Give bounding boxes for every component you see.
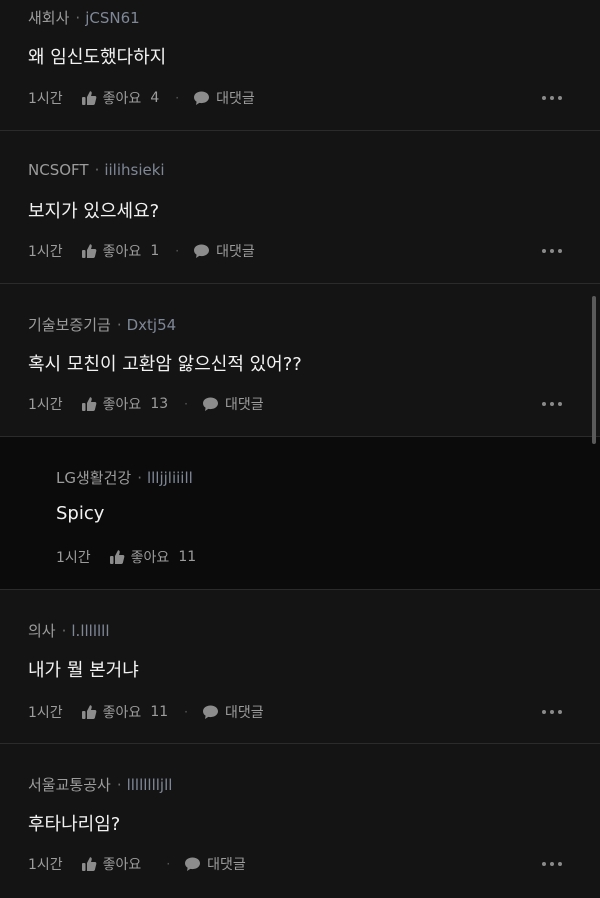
like-button[interactable]: 좋아요: [81, 854, 151, 874]
comment-time: 1시간: [28, 397, 63, 413]
speech-bubble-icon: [202, 705, 218, 719]
speech-bubble-icon: [194, 91, 210, 105]
meta-separator: ·: [116, 316, 122, 334]
reply-label: 대댓글: [216, 244, 255, 260]
comment-text: 후타나리임?: [28, 814, 121, 835]
comment-text: 왜 임신도했다하지: [28, 47, 167, 68]
comment-meta: 새회사 · jCSN61: [28, 7, 140, 28]
comment-time: 1시간: [28, 857, 63, 873]
comment-meta: NCSOFT · iilihsieki: [28, 161, 165, 179]
comment-time: 1시간: [56, 550, 91, 566]
thumbs-up-icon: [109, 550, 125, 564]
comment-text: 내가 뭘 본거냐: [28, 660, 139, 681]
speech-bubble-icon: [194, 244, 210, 258]
scrollbar[interactable]: [592, 296, 596, 444]
speech-bubble-icon: [202, 397, 218, 411]
comment-footer: 1시간 좋아요 1 · 대댓글: [28, 241, 255, 261]
company-name: 기술보증기금: [28, 316, 111, 334]
like-button[interactable]: 좋아요 11: [81, 702, 168, 722]
company-name: LG생활건강: [56, 469, 132, 487]
like-button[interactable]: 좋아요 1: [81, 241, 160, 261]
more-dots-icon[interactable]: [542, 96, 562, 100]
like-label: 좋아요: [102, 244, 142, 260]
like-count: 11: [178, 549, 197, 565]
comment-text: Spicy: [56, 503, 105, 524]
footer-dot: ·: [166, 857, 171, 871]
nickname[interactable]: jCSN61: [85, 9, 139, 27]
reply-label: 대댓글: [224, 397, 264, 413]
thumbs-up-icon: [81, 857, 97, 871]
like-count: 1: [150, 243, 160, 259]
comment-item: 새회사 · jCSN61 왜 임신도했다하지 1시간 좋아요 4 · 대댓글: [0, 0, 600, 130]
like-label: 좋아요: [102, 91, 142, 107]
comment-footer: 1시간 좋아요 4 · 대댓글: [28, 88, 255, 108]
reply-label: 대댓글: [207, 857, 246, 873]
like-button[interactable]: 좋아요 13: [81, 394, 168, 414]
meta-separator: ·: [61, 622, 67, 640]
thumbs-up-icon: [81, 397, 97, 411]
reply-button[interactable]: 대댓글: [193, 241, 255, 261]
reply-button[interactable]: 대댓글: [193, 88, 255, 108]
nickname[interactable]: Dxtj54: [127, 316, 177, 334]
footer-dot: ·: [184, 397, 188, 411]
comment-footer: 1시간 좋아요 13 · 대댓글: [28, 394, 264, 414]
comment-text: 보지가 있으세요?: [28, 201, 160, 222]
more-dots-icon[interactable]: [542, 402, 562, 406]
like-count: 13: [150, 396, 169, 412]
comment-time: 1시간: [28, 91, 63, 107]
nickname[interactable]: l.lllllll: [71, 622, 109, 640]
comment-meta: 서울교통공사 · lllllllljll: [28, 774, 172, 795]
more-dots-icon[interactable]: [542, 249, 562, 253]
comment-meta: 기술보증기금 · Dxtj54: [28, 314, 176, 335]
like-label: 좋아요: [102, 705, 142, 721]
comment-time: 1시간: [28, 705, 63, 721]
comment-feed: 새회사 · jCSN61 왜 임신도했다하지 1시간 좋아요 4 · 대댓글 NCS…: [0, 0, 600, 898]
like-button[interactable]: 좋아요 11: [109, 547, 196, 567]
like-label: 좋아요: [102, 857, 142, 873]
footer-dot: ·: [175, 244, 180, 258]
speech-bubble-icon: [185, 857, 201, 871]
nickname[interactable]: iilihsieki: [104, 161, 164, 179]
reply-comment-item: LG생활건강 · llljjliiill Spicy 1시간 좋아요 11: [0, 437, 600, 589]
reply-button[interactable]: 대댓글: [184, 854, 246, 874]
company-name: NCSOFT: [28, 161, 89, 179]
nickname[interactable]: lllllllljll: [127, 776, 173, 794]
reply-button[interactable]: 대댓글: [202, 702, 264, 722]
comment-meta: 의사 · l.lllllll: [28, 620, 110, 641]
reply-button[interactable]: 대댓글: [202, 394, 264, 414]
comment-time: 1시간: [28, 244, 63, 260]
thumbs-up-icon: [81, 91, 97, 105]
thumbs-up-icon: [81, 705, 97, 719]
comment-text: 혹시 모친이 고환암 앓으신적 있어??: [28, 354, 302, 375]
reply-label: 대댓글: [224, 705, 264, 721]
company-name: 새회사: [28, 9, 70, 27]
comment-item: 기술보증기금 · Dxtj54 혹시 모친이 고환암 앓으신적 있어?? 1시간 좋…: [0, 284, 600, 436]
comment-item: NCSOFT · iilihsieki 보지가 있으세요? 1시간 좋아요 1 · …: [0, 131, 600, 283]
comment-footer: 1시간 좋아요 11 · 대댓글: [28, 702, 264, 722]
meta-separator: ·: [116, 776, 122, 794]
company-name: 의사: [28, 622, 56, 640]
nickname[interactable]: llljjliiill: [147, 469, 193, 487]
like-count: 11: [150, 704, 169, 720]
more-dots-icon[interactable]: [542, 710, 562, 714]
thumbs-up-icon: [81, 244, 97, 258]
meta-separator: ·: [94, 161, 100, 179]
company-name: 서울교통공사: [28, 776, 111, 794]
footer-dot: ·: [175, 91, 180, 105]
like-count: 4: [150, 90, 160, 106]
like-button[interactable]: 좋아요 4: [81, 88, 160, 108]
like-label: 좋아요: [130, 550, 170, 566]
footer-dot: ·: [184, 705, 188, 719]
comment-item: 서울교통공사 · lllllllljll 후타나리임? 1시간 좋아요 · 대댓글: [0, 744, 600, 898]
comment-item: 의사 · l.lllllll 내가 뭘 본거냐 1시간 좋아요 11 · 대댓글: [0, 590, 600, 742]
meta-separator: ·: [75, 9, 81, 27]
comment-footer: 1시간 좋아요 11: [56, 547, 196, 567]
more-dots-icon[interactable]: [542, 862, 562, 866]
like-label: 좋아요: [102, 397, 142, 413]
comment-meta: LG생활건강 · llljjliiill: [56, 467, 193, 488]
meta-separator: ·: [137, 469, 142, 487]
reply-label: 대댓글: [216, 91, 255, 107]
comment-footer: 1시간 좋아요 · 대댓글: [28, 854, 246, 874]
